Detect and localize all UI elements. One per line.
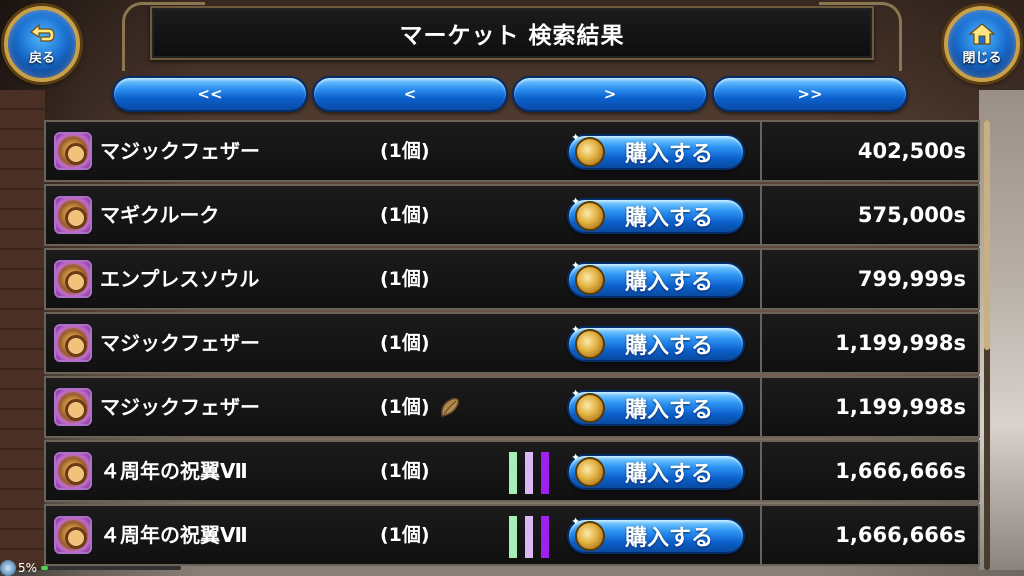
status-progress-bar <box>41 566 182 570</box>
coin-icon <box>571 195 605 231</box>
list-scrollbar[interactable] <box>984 120 990 570</box>
item-icon <box>54 196 92 234</box>
listing-row: ４周年の祝翼Ⅶ (1個) 購入する 1,666,666s <box>44 440 980 502</box>
item-icon <box>54 516 92 554</box>
back-button[interactable]: 戻る <box>4 6 80 82</box>
item-quantity: (1個) <box>380 204 430 226</box>
buy-label: 購入する <box>624 206 713 231</box>
buy-button[interactable]: 購入する <box>567 195 745 234</box>
column-divider <box>760 122 762 180</box>
coin-icon <box>571 387 605 423</box>
buy-button[interactable]: 購入する <box>567 323 745 362</box>
market-listing: マジックフェザー (1個) 購入する 402,500s マギクルーク (1個) … <box>44 120 980 576</box>
item-icon <box>54 324 92 362</box>
item-price: 402,500s <box>857 139 966 163</box>
item-icon <box>54 132 92 170</box>
buy-label: 購入する <box>624 462 713 487</box>
close-button[interactable]: 閉じる <box>944 6 1020 82</box>
back-label: 戻る <box>28 51 55 66</box>
item-price: 1,666,666s <box>835 459 966 483</box>
status-progress-fill <box>41 566 49 570</box>
pagination-bar: << < > >> <box>112 76 912 112</box>
item-name: ４周年の祝翼Ⅶ <box>100 459 248 483</box>
last-page-button[interactable]: >> <box>712 76 908 112</box>
rarity-bars-icon <box>509 452 551 494</box>
item-icon <box>54 388 92 426</box>
item-icon <box>54 260 92 298</box>
column-divider <box>760 378 762 436</box>
item-name: ４周年の祝翼Ⅶ <box>100 523 248 547</box>
buy-label: 購入する <box>624 142 713 167</box>
next-page-button[interactable]: > <box>512 76 708 112</box>
listing-row: マジックフェザー (1個) 購入する 1,199,998s <box>44 312 980 374</box>
item-quantity: (1個) <box>380 524 430 546</box>
item-price: 575,000s <box>857 203 966 227</box>
item-quantity: (1個) <box>380 268 430 290</box>
buy-button[interactable]: 購入する <box>567 387 745 426</box>
item-name: マジックフェザー <box>100 395 260 419</box>
item-quantity: (1個) <box>380 396 430 418</box>
buy-label: 購入する <box>624 398 713 423</box>
loading-status: 5% <box>0 560 200 576</box>
scrollbar-thumb[interactable] <box>984 120 990 350</box>
item-price: 1,666,666s <box>835 523 966 547</box>
item-icon <box>54 452 92 490</box>
close-label: 閉じる <box>962 51 1002 66</box>
item-name: エンプレスソウル <box>100 267 260 291</box>
previous-page-button[interactable]: < <box>312 76 508 112</box>
item-quantity: (1個) <box>380 460 430 482</box>
listing-row: マジックフェザー (1個) 購入する 1,199,998s <box>44 376 980 438</box>
item-price: 799,999s <box>857 267 966 291</box>
column-divider <box>760 314 762 372</box>
item-price: 1,199,998s <box>835 331 966 355</box>
rarity-bars-icon <box>509 516 551 558</box>
coin-icon <box>571 131 605 167</box>
coin-icon <box>571 259 605 295</box>
item-quantity: (1個) <box>380 140 430 162</box>
buy-label: 購入する <box>624 270 713 295</box>
listing-row: エンプレスソウル (1個) 購入する 799,999s <box>44 248 980 310</box>
item-name: マジックフェザー <box>100 331 260 355</box>
buy-label: 購入する <box>624 526 713 551</box>
buy-button[interactable]: 購入する <box>567 515 745 554</box>
buy-label: 購入する <box>624 334 713 359</box>
background-scene-left <box>0 90 45 570</box>
item-name: マギクルーク <box>100 203 220 227</box>
item-name: マジックフェザー <box>100 139 260 163</box>
item-quantity: (1個) <box>380 332 430 354</box>
page-title: マーケット 検索結果 <box>399 23 625 49</box>
buy-button[interactable]: 購入する <box>567 131 745 170</box>
coin-icon <box>571 451 605 487</box>
first-page-button[interactable]: << <box>112 76 308 112</box>
coin-icon <box>571 323 605 359</box>
column-divider <box>760 250 762 308</box>
home-icon <box>968 23 996 45</box>
buy-button[interactable]: 購入する <box>567 451 745 490</box>
coin-icon <box>571 515 605 551</box>
status-orb-icon <box>0 560 16 576</box>
back-arrow-icon <box>29 23 55 42</box>
buy-button[interactable]: 購入する <box>567 259 745 298</box>
item-price: 1,199,998s <box>835 395 966 419</box>
listing-row: マジックフェザー (1個) 購入する 402,500s <box>44 120 980 182</box>
column-divider <box>760 506 762 564</box>
listing-row: ４周年の祝翼Ⅶ (1個) 購入する 1,666,666s <box>44 504 980 566</box>
column-divider <box>760 442 762 500</box>
column-divider <box>760 186 762 244</box>
status-percent: 5% <box>18 561 38 575</box>
listing-row: マギクルーク (1個) 購入する 575,000s <box>44 184 980 246</box>
header-bar: マーケット 検索結果 <box>122 2 902 71</box>
seed-icon <box>440 397 460 417</box>
